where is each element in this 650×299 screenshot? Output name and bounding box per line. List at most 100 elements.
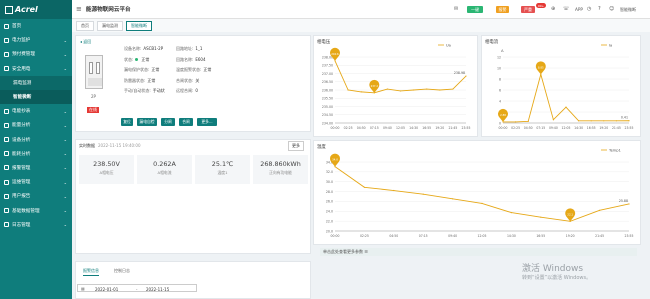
- clock-icon[interactable]: ◷: [587, 6, 591, 12]
- sidebar-item-icon: [4, 179, 9, 185]
- data-point: [386, 88, 388, 90]
- legend-label[interactable]: Ua: [446, 44, 451, 48]
- chart-temperature: 温度℃Temp134.032.030.028.026.024.022.020.0…: [317, 143, 633, 238]
- date-separator: -: [136, 286, 138, 292]
- sidebar-item-13[interactable]: 基础数据管理 ⌄: [0, 203, 72, 217]
- more-params-link[interactable]: 单击此处查看更多参数 ☰: [320, 248, 637, 256]
- onekey-button[interactable]: 一键: [467, 6, 483, 13]
- alarm-button[interactable]: 报警: [496, 6, 509, 13]
- realtime-more-button[interactable]: 更多: [288, 141, 304, 151]
- date-range-input[interactable]: ▦ 2022-01-01 - 2022-11-15: [77, 284, 197, 292]
- back-link[interactable]: ◂ 返回: [80, 39, 91, 45]
- marker-label: 2.88: [500, 113, 506, 117]
- chart-voltage: 相电压VUa238.00237.50237.00236.50236.00235.…: [317, 38, 470, 130]
- data-point: [565, 106, 567, 108]
- end-value-label: 0.41: [621, 116, 628, 120]
- card-label: 温度1: [217, 170, 228, 175]
- sidebar-item-5[interactable]: 智能微断: [0, 89, 72, 105]
- field-value: 正常: [203, 67, 212, 72]
- device-action-button-3[interactable]: 合闸: [179, 118, 193, 126]
- x-tick-label: 16:55: [422, 126, 431, 130]
- bottom-panel: [75, 261, 311, 299]
- field-key: 合闸状态:: [176, 77, 194, 83]
- device-action-button-2[interactable]: 分闸: [161, 118, 175, 126]
- sidebar-item-label: 设备分析: [12, 137, 31, 143]
- card-value: 268.860kWh: [260, 160, 301, 168]
- sidebar-item-7[interactable]: 能量分析 ⌄: [0, 118, 72, 132]
- realtime-time: 2022-11-15 19:40:00: [98, 143, 141, 148]
- y-tick-label: 236.50: [322, 80, 333, 84]
- field-key: 远程合闸:: [176, 88, 194, 93]
- sidebar-item-6[interactable]: 电能抄表 ⌄: [0, 104, 72, 118]
- chevron-down-icon: ⌄: [63, 108, 67, 114]
- y-tick-label: 12: [497, 55, 501, 59]
- alarm-count-badge: 99+: [536, 3, 546, 8]
- x-tick-label: 07:15: [419, 234, 428, 238]
- data-point: [413, 89, 415, 91]
- breadcrumb-leak[interactable]: 漏电监测: [97, 20, 123, 31]
- data-point: [599, 209, 601, 211]
- tab-control-log[interactable]: 控制日志: [114, 268, 130, 274]
- card-value: 25.1℃: [211, 160, 234, 168]
- end-value-label: 238.98: [454, 71, 465, 75]
- tab-alarm-info[interactable]: 报警信息: [83, 268, 99, 276]
- app-link[interactable]: APP: [575, 7, 583, 12]
- sidebar-item-11[interactable]: 运维管理 ⌄: [0, 175, 72, 189]
- sidebar-item-0[interactable]: 首页: [0, 19, 72, 33]
- x-tick-label: 04:50: [389, 234, 398, 238]
- sidebar-item-3[interactable]: 安全用电 ⌄: [0, 62, 72, 76]
- sidebar-item-12[interactable]: 用户报告 ⌄: [0, 189, 72, 203]
- field-key: 回路地址:: [176, 46, 194, 51]
- data-point: [393, 189, 395, 192]
- device-action-button-0[interactable]: 复位: [121, 118, 133, 126]
- sidebar-item-4[interactable]: 漏电监测: [0, 75, 72, 90]
- sidebar-item-1[interactable]: 电力监护 ⌄: [0, 33, 72, 47]
- sidebar-item-14[interactable]: 日志管理 ⌄: [0, 218, 72, 232]
- x-tick-label: 00:00: [499, 126, 508, 130]
- sidebar: Acrel 首页 电力监护 ⌄ 预付费管理 ⌄ 安全用电 ⌄ 漏电监测 智能微断 电能抄表 ⌄ 能量分…: [0, 0, 72, 299]
- notification-icon[interactable]: ✉: [454, 6, 458, 12]
- y-tick-label: 32.0: [326, 170, 333, 174]
- sidebar-item-8[interactable]: 设备分析 ⌄: [0, 133, 72, 147]
- breadcrumb-current[interactable]: 智能微断: [126, 20, 152, 31]
- device-action-button-4[interactable]: 更多...: [197, 118, 217, 126]
- watermark-subtitle: 转到“设置”以激活 Windows。: [522, 275, 592, 281]
- series-line: [334, 166, 630, 222]
- legend-label[interactable]: Ia: [609, 44, 612, 48]
- sidebar-item-icon: [4, 193, 9, 199]
- user-name[interactable]: 智能微断: [620, 7, 636, 13]
- user-icon[interactable]: ☺: [609, 6, 614, 12]
- help-icon[interactable]: ?: [598, 6, 601, 12]
- realtime-card: 0.262A A相电流: [137, 155, 192, 184]
- field-key: 设备名称:: [124, 46, 142, 51]
- hamburger-icon[interactable]: ≡: [76, 5, 82, 13]
- y-tick-label: 4: [499, 99, 501, 103]
- y-tick-label: 237.50: [322, 64, 333, 68]
- x-tick-label: 19:20: [599, 126, 608, 130]
- device-field: 手动/自动状态: 手动状: [124, 88, 165, 94]
- sidebar-item-10[interactable]: 报警管理 ⌄: [0, 161, 72, 175]
- breadcrumb-home[interactable]: 首页: [76, 20, 94, 31]
- device-action-button-1[interactable]: 漏电自检: [137, 118, 157, 126]
- data-point: [363, 186, 365, 188]
- sidebar-item-9[interactable]: 能耗分析 ⌄: [0, 147, 72, 161]
- chart-title: 温度: [317, 143, 326, 150]
- field-key: 手动/自动状态:: [124, 88, 151, 93]
- y-tick-label: 0: [499, 121, 501, 125]
- sidebar-item-icon: [4, 222, 9, 228]
- marker-label: 22.1: [567, 212, 573, 216]
- y-tick-label: 28.0: [326, 190, 333, 194]
- data-point: [515, 121, 517, 123]
- severe-button[interactable]: 严重: [521, 6, 535, 13]
- legend-label[interactable]: Temp1: [608, 149, 621, 153]
- device-field: 回路地址: 1_1: [176, 46, 202, 52]
- phone-icon[interactable]: ☏: [563, 6, 569, 12]
- sidebar-item-2[interactable]: 预付费管理 ⌄: [0, 47, 72, 61]
- series-line: [503, 72, 630, 123]
- y-tick-label: 234.50: [322, 113, 333, 117]
- x-tick-label: 00:00: [331, 126, 340, 130]
- chevron-down-icon: ⌄: [63, 137, 67, 143]
- sidebar-item-label: 电能抄表: [12, 109, 31, 115]
- signal-icon[interactable]: ⊕: [551, 6, 555, 12]
- chart-title: 相电压: [317, 38, 331, 45]
